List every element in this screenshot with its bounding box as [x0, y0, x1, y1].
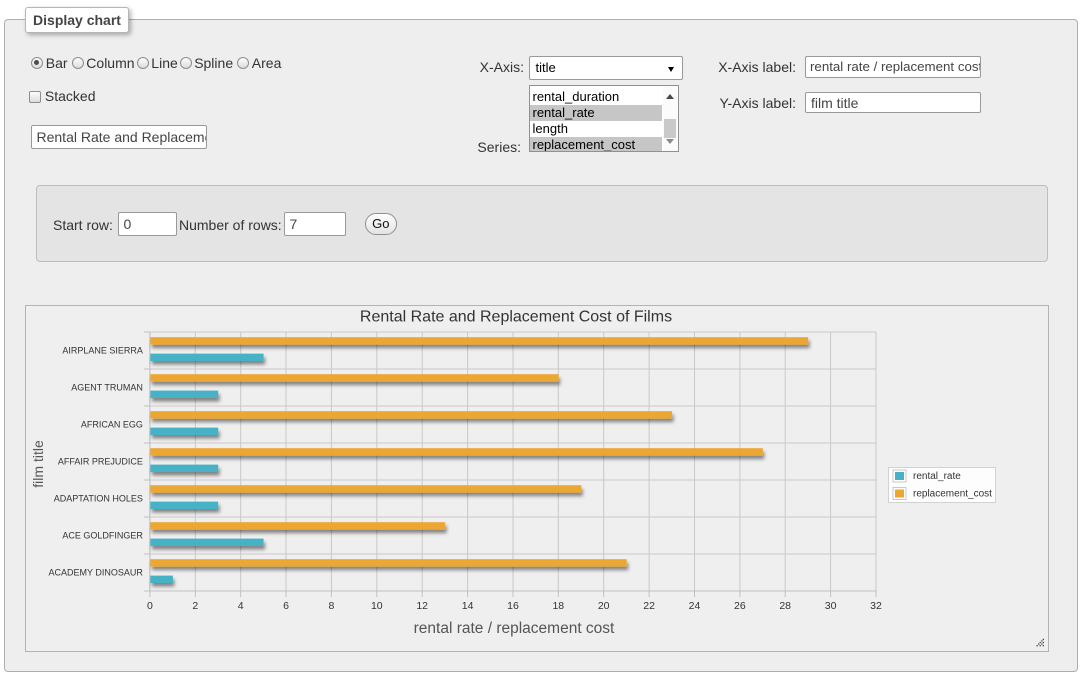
- svg-text:24: 24: [688, 600, 700, 612]
- svg-text:AIRPLANE SIERRA: AIRPLANE SIERRA: [62, 345, 143, 355]
- svg-text:22: 22: [643, 600, 655, 612]
- svg-text:32: 32: [870, 600, 882, 612]
- svg-text:10: 10: [370, 600, 382, 612]
- svg-text:26: 26: [734, 600, 746, 612]
- svg-text:rental_rate: rental_rate: [913, 471, 961, 482]
- svg-text:12: 12: [416, 600, 428, 612]
- svg-text:AFRICAN EGG: AFRICAN EGG: [80, 419, 142, 429]
- svg-text:20: 20: [597, 600, 609, 612]
- svg-text:0: 0: [146, 600, 152, 612]
- svg-text:ACADEMY DINOSAUR: ACADEMY DINOSAUR: [48, 567, 143, 577]
- svg-text:film title: film title: [30, 440, 46, 488]
- svg-text:6: 6: [283, 600, 289, 612]
- svg-text:8: 8: [328, 600, 334, 612]
- svg-text:18: 18: [552, 600, 564, 612]
- svg-text:2: 2: [192, 600, 198, 612]
- svg-text:Rental Rate and Replacement Co: Rental Rate and Replacement Cost of Film…: [359, 308, 671, 325]
- svg-text:ADAPTATION HOLES: ADAPTATION HOLES: [53, 493, 142, 503]
- svg-text:30: 30: [824, 600, 836, 612]
- svg-text:replacement_cost: replacement_cost: [913, 488, 992, 499]
- svg-text:AFFAIR PREJUDICE: AFFAIR PREJUDICE: [57, 456, 142, 466]
- svg-text:14: 14: [461, 600, 473, 612]
- svg-text:16: 16: [507, 600, 519, 612]
- svg-text:28: 28: [779, 600, 791, 612]
- svg-text:4: 4: [237, 600, 243, 612]
- svg-text:ACE GOLDFINGER: ACE GOLDFINGER: [62, 530, 143, 540]
- svg-text:rental rate / replacement cost: rental rate / replacement cost: [413, 620, 614, 637]
- svg-text:AGENT TRUMAN: AGENT TRUMAN: [71, 382, 143, 392]
